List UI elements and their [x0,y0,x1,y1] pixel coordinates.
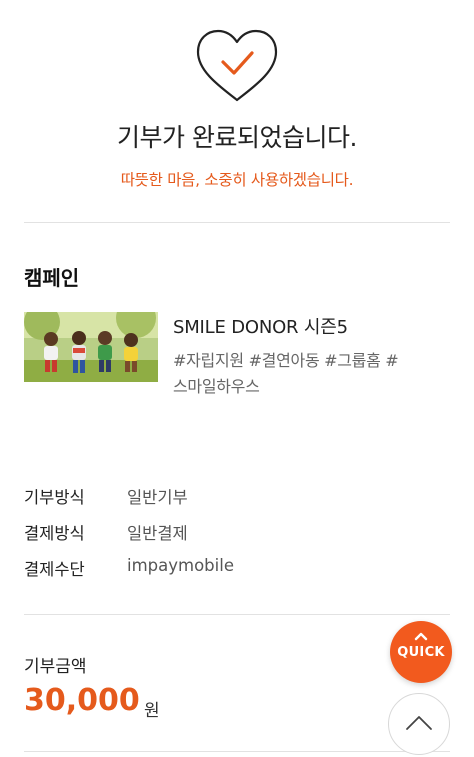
chevron-up-icon [406,716,432,730]
campaign-tags-line: #자립지원 #결연아동 #그룹홈 # [173,351,399,370]
donation-method-value: 일반기부 [127,488,188,507]
completion-header: 기부가 완료되었습니다. 따뜻한 마음, 소중히 사용하겠습니다. [0,0,474,222]
campaign-name[interactable]: SMILE DONOR 시즌5 [173,313,348,339]
campaign-thumbnail[interactable] [24,312,158,382]
quick-menu-label: QUICK [397,645,445,660]
divider [24,751,450,752]
donation-amount-value: 30,000 [24,683,140,718]
heart-check-icon [196,29,278,102]
divider [24,222,450,223]
campaign-tags: #자립지원 #결연아동 #그룹홈 # 스마일하우스 [173,348,443,400]
campaign-tags-line: 스마일하우스 [173,377,260,396]
completion-subtitle: 따뜻한 마음, 소중히 사용하겠습니다. [120,171,354,189]
scroll-top-button[interactable] [388,693,450,755]
payment-means-label: 결제수단 [24,560,85,579]
quick-menu-button[interactable]: QUICK [390,621,452,683]
payment-type-value: 일반결제 [127,524,188,543]
payment-means-value: impaymobile [127,556,234,575]
completion-title: 기부가 완료되었습니다. [117,123,357,152]
donation-method-label: 기부방식 [24,488,85,507]
donation-amount-unit: 원 [144,701,160,721]
campaign-section-title: 캠페인 [24,266,80,290]
chevron-up-icon [414,632,428,641]
divider [24,614,450,615]
payment-type-label: 결제방식 [24,524,85,543]
donation-amount-label: 기부금액 [24,657,87,677]
